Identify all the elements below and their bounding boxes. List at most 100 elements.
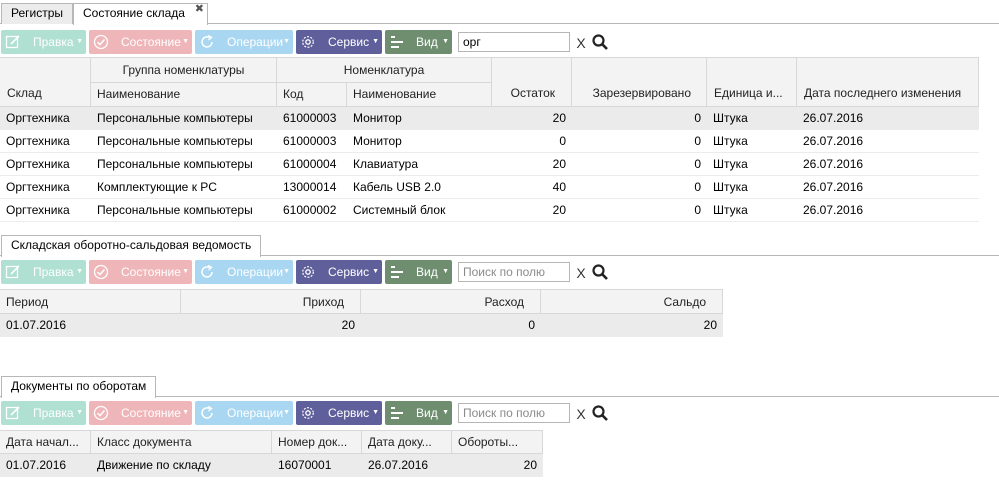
view-button[interactable]: Вид ▼ xyxy=(385,401,452,425)
search-icon[interactable] xyxy=(591,33,609,51)
refresh-icon xyxy=(195,30,219,54)
cell-unit: Штука xyxy=(713,157,748,171)
clear-search-button[interactable]: X xyxy=(574,402,588,424)
state-button[interactable]: Состояние ▼ xyxy=(89,30,192,54)
turnover-grid: Период Приход Расход Сальдо 01.07.2016 2… xyxy=(0,289,723,337)
documents-tab-bar: Документы по оборотам xyxy=(0,373,999,398)
table-row[interactable]: 01.07.2016 20 0 20 xyxy=(0,314,723,337)
edit-button[interactable]: Правка ▼ xyxy=(1,30,86,54)
column-header-label: Остаток xyxy=(510,86,555,100)
cell-product-name: Монитор xyxy=(353,134,402,148)
column-header-turnover[interactable]: Обороты... xyxy=(452,430,543,454)
cell-group-name: Персональные компьютеры xyxy=(97,111,253,125)
cell-code: 13000014 xyxy=(283,180,337,194)
tab-turnover-statement[interactable]: Складская оборотно-сальдовая ведомость xyxy=(1,235,262,257)
cell-date: 26.07.2016 xyxy=(803,111,864,125)
search-icon[interactable] xyxy=(591,404,609,422)
column-header-document-date[interactable]: Дата доку... xyxy=(362,430,452,454)
cell-unit: Штука xyxy=(713,134,748,148)
table-row[interactable]: Оргтехника Персональные компьютеры 61000… xyxy=(0,199,979,222)
edit-icon xyxy=(1,260,25,284)
edit-button[interactable]: Правка ▼ xyxy=(1,401,86,425)
column-header-balance[interactable]: Остаток xyxy=(492,57,572,107)
column-header-code[interactable]: Код xyxy=(277,83,347,107)
close-icon[interactable]: ✖ xyxy=(195,3,204,15)
operations-button-label: Операции xyxy=(227,265,284,279)
state-button[interactable]: Состояние ▼ xyxy=(89,401,192,425)
operations-button[interactable]: Операции ▼ xyxy=(195,30,293,54)
column-header-unit[interactable]: Единица и... xyxy=(707,57,797,107)
column-header-warehouse[interactable]: Склад xyxy=(0,57,91,107)
column-header-document-number[interactable]: Номер док... xyxy=(272,430,362,454)
service-button[interactable]: Сервис ▼ xyxy=(296,260,382,284)
column-header-last-change-date[interactable]: Дата последнего изменения xyxy=(797,57,979,107)
tab-label: Складская оборотно-сальдовая ведомость xyxy=(11,238,252,252)
table-row[interactable]: 01.07.2016 Движение по складу 16070001 2… xyxy=(0,454,543,477)
cell-unit: Штука xyxy=(713,203,748,217)
table-row[interactable]: Оргтехника Персональные компьютеры 61000… xyxy=(0,153,979,176)
list-view-icon xyxy=(385,260,409,284)
cell-reserved: 0 xyxy=(694,203,701,217)
table-row[interactable]: Оргтехника Персональные компьютеры 61000… xyxy=(0,107,979,130)
search-input[interactable] xyxy=(458,262,570,282)
clear-search-button[interactable]: X xyxy=(574,261,588,283)
column-group-header-product-group: Группа номенклатуры xyxy=(91,57,277,83)
column-header-income[interactable]: Приход xyxy=(181,289,361,314)
search-input[interactable] xyxy=(458,32,570,52)
chevron-down-icon: ▼ xyxy=(76,409,83,416)
column-header-document-class[interactable]: Класс документа xyxy=(91,430,272,454)
cell-balance: 20 xyxy=(552,203,566,217)
table-row[interactable]: Оргтехника Комплектующие к PC 13000014 К… xyxy=(0,176,979,199)
column-header-expense[interactable]: Расход xyxy=(361,289,541,314)
column-header-start-date[interactable]: Дата начал... xyxy=(0,430,91,454)
view-button-label: Вид xyxy=(416,35,438,49)
cell-code: 61000003 xyxy=(283,134,337,148)
tab-turnover-documents[interactable]: Документы по оборотам xyxy=(1,376,157,398)
edit-button[interactable]: Правка ▼ xyxy=(1,260,86,284)
cell-unit: Штука xyxy=(713,111,748,125)
column-header-product-name[interactable]: Наименование xyxy=(347,83,492,107)
cell-balance: 20 xyxy=(552,157,566,171)
state-button-label: Состояние xyxy=(121,265,181,279)
cell-reserved: 0 xyxy=(694,180,701,194)
operations-button[interactable]: Операции ▼ xyxy=(195,401,293,425)
column-header-period[interactable]: Период xyxy=(0,289,181,314)
gear-icon xyxy=(296,401,320,425)
column-header-label: Дата последнего изменения xyxy=(804,86,962,100)
cell-income: 20 xyxy=(341,318,355,332)
cell-document-number: 16070001 xyxy=(278,458,332,472)
column-header-reserved[interactable]: Зарезервировано xyxy=(572,57,707,107)
search-input[interactable] xyxy=(458,403,570,423)
service-button[interactable]: Сервис ▼ xyxy=(296,30,382,54)
cell-code: 61000002 xyxy=(283,203,337,217)
column-header-label: Зарезервировано xyxy=(592,86,691,100)
chevron-down-icon: ▼ xyxy=(182,409,189,416)
cell-product-name: Кабель USB 2.0 xyxy=(353,180,441,194)
chevron-down-icon: ▼ xyxy=(442,38,449,45)
list-view-icon xyxy=(385,401,409,425)
clear-search-button[interactable]: X xyxy=(574,31,588,53)
tab-label: Состояние склада xyxy=(83,6,185,20)
cell-group-name: Персональные компьютеры xyxy=(97,203,253,217)
column-header-group-name[interactable]: Наименование xyxy=(91,83,277,107)
chevron-down-icon: ▼ xyxy=(442,409,449,416)
documents-toolbar: Правка ▼ Состояние ▼ Операции ▼ Сервис ▼… xyxy=(0,401,999,427)
gear-icon xyxy=(296,260,320,284)
view-button[interactable]: Вид ▼ xyxy=(385,30,452,54)
tab-registers[interactable]: Регистры xyxy=(1,3,74,24)
gear-icon xyxy=(296,30,320,54)
table-row[interactable]: Оргтехника Персональные компьютеры 61000… xyxy=(0,130,979,153)
operations-button[interactable]: Операции ▼ xyxy=(195,260,293,284)
search-icon[interactable] xyxy=(591,263,609,281)
service-button[interactable]: Сервис ▼ xyxy=(296,401,382,425)
view-button-label: Вид xyxy=(416,406,438,420)
chevron-down-icon: ▼ xyxy=(182,268,189,275)
tab-stock-state[interactable]: Состояние склада ✖ xyxy=(73,3,208,25)
column-header-balance[interactable]: Сальдо xyxy=(541,289,723,314)
column-header-label: Склад xyxy=(7,86,42,100)
tab-label: Документы по оборотам xyxy=(11,379,147,393)
cell-warehouse: Оргтехника xyxy=(6,180,70,194)
column-group-header-nomenclature: Номенклатура xyxy=(277,57,492,83)
state-button[interactable]: Состояние ▼ xyxy=(89,260,192,284)
view-button[interactable]: Вид ▼ xyxy=(385,260,452,284)
